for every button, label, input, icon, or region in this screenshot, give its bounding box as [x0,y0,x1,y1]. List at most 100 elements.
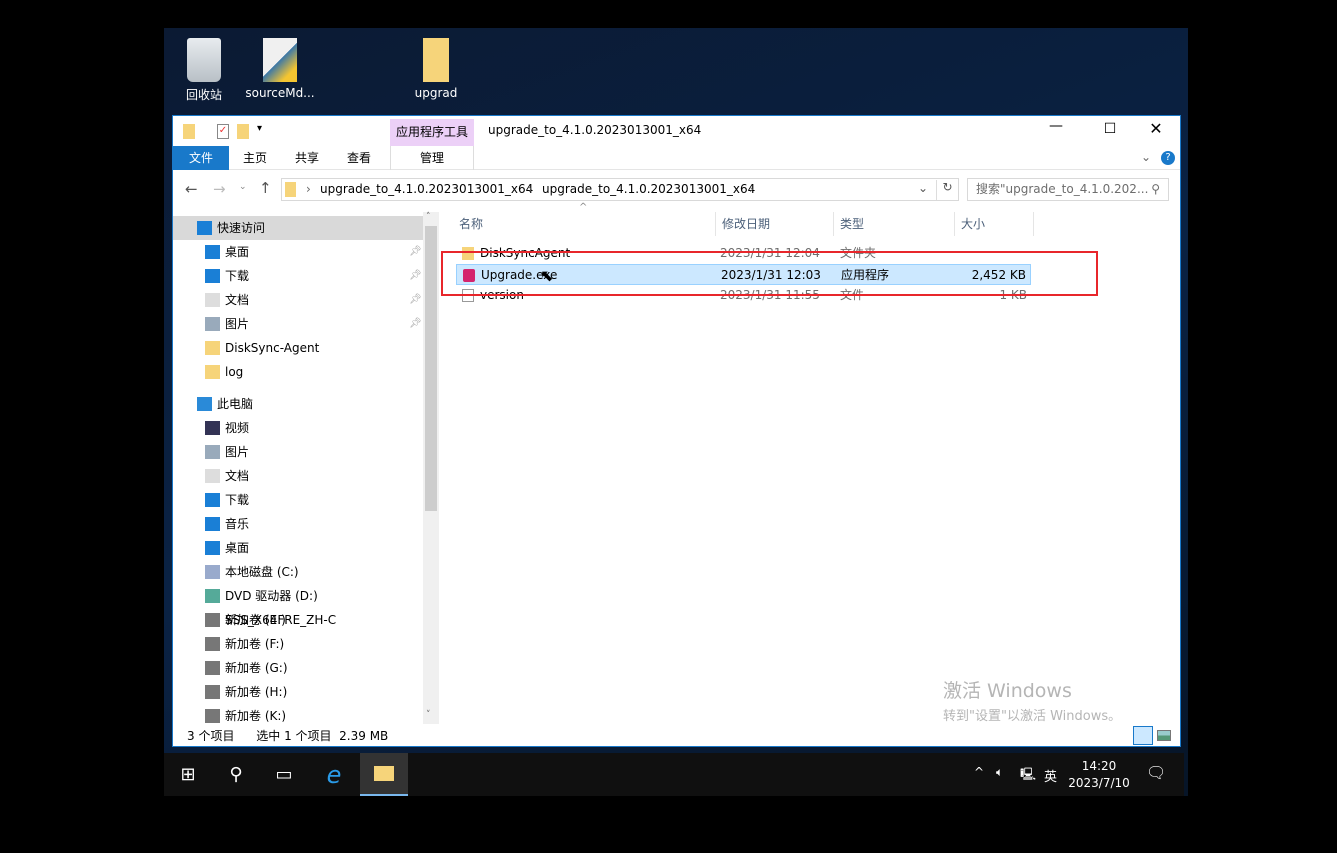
nav-scrollbar[interactable]: ˄ ˅ [423,212,439,724]
scrollbar-thumb[interactable] [425,226,437,511]
network-icon[interactable]: 🖳︎ [1020,765,1036,786]
start-button[interactable]: ⊞ [164,753,212,796]
tab-share[interactable]: 共享 [281,146,333,170]
customize-toolbar-icon[interactable]: ▾ [257,123,262,134]
nav-item[interactable]: 下载 [173,488,423,512]
desktop-icon-python-file[interactable]: sourceMd... [242,28,318,100]
nav-item[interactable]: 文档 [173,464,423,488]
breadcrumb-separator: › [528,182,533,196]
tab-home[interactable]: 主页 [229,146,281,170]
close-button[interactable]: ✕ [1133,119,1179,138]
ribbon-tabs: 文件 主页 共享 查看 管理 ⌄ ? [173,146,1180,170]
nav-item-label: 文档 [225,293,250,307]
nav-item[interactable]: 桌面 [173,536,423,560]
search-icon: ⚲ [1151,182,1160,196]
column-header-date[interactable]: 修改日期 [716,212,834,236]
activation-watermark: 激活 Windows 转到"设置"以激活 Windows。 [943,680,1122,724]
tab-manage[interactable]: 管理 [390,146,474,170]
minimize-button[interactable]: — [1033,118,1079,134]
nav-item-label: 新加卷 (E:) [225,613,286,627]
star-icon [197,221,212,235]
nav-item[interactable]: 新加卷 (H:) [173,680,423,704]
drive-icon [205,661,220,675]
recent-locations-button[interactable]: ⌄ [239,182,247,192]
nav-item[interactable]: 下载 📌︎ [173,264,423,288]
column-header-size[interactable]: 大小 [955,212,1034,236]
nav-item-label: 视频 [225,421,250,435]
desktop-icon-recycle-bin[interactable]: 回收站 [166,28,242,103]
nav-item[interactable]: 新加卷 (K:) [173,704,423,724]
nav-item-label: 快速访问 [217,221,266,235]
nav-item-label: log [225,365,244,379]
new-folder-icon[interactable] [237,124,249,139]
nav-item[interactable]: 此电脑 [173,392,423,416]
folder-icon [205,517,220,531]
help-icon[interactable]: ? [1161,151,1175,165]
nav-item-label: 新加卷 (K:) [225,709,287,723]
pin-icon[interactable]: 📌︎ [409,240,422,264]
nav-item[interactable]: 桌面 📌︎ [173,240,423,264]
back-button[interactable]: ← [185,180,198,198]
up-button[interactable]: ↑ [259,179,272,197]
action-center-icon[interactable]: 🗨︎ [1146,763,1166,782]
nav-item[interactable]: log [173,360,423,384]
large-icons-view-button[interactable] [1157,730,1171,741]
nav-item-label: 文档 [225,469,250,483]
nav-item[interactable]: 音乐 [173,512,423,536]
ime-indicator[interactable]: 英 [1044,766,1057,785]
nav-item[interactable]: 新加卷 (F:) [173,632,423,656]
nav-item[interactable]: 新加卷 (E:) [173,608,423,632]
desktop-icon-upgrad[interactable]: upgrad [398,28,474,100]
nav-item[interactable]: 本地磁盘 (C:) [173,560,423,584]
navigation-pane: 快速访问 桌面 📌︎ 下载 📌︎ 文档 📌︎ 图片 📌︎ DiskSync-Agent log 此电脑… [173,212,439,724]
file-explorer-taskbar-icon[interactable] [360,753,408,796]
breadcrumb-separator: › [306,182,311,196]
search-input[interactable]: 搜索"upgrade_to_4.1.0.202... ⚲ [967,178,1169,201]
nav-item-label: 新加卷 (H:) [225,685,288,699]
details-view-button[interactable] [1133,726,1153,745]
internet-explorer-icon[interactable]: e [310,753,358,796]
pin-icon[interactable]: 📌︎ [409,288,422,312]
refresh-button[interactable]: ↻ [936,180,958,200]
pin-icon[interactable]: 📌︎ [409,312,422,336]
task-view-button[interactable]: ▭ [260,753,308,796]
forward-button[interactable]: → [213,180,226,198]
drive-icon [205,565,220,579]
breadcrumb-item[interactable]: upgrade_to_4.1.0.2023013001_x64 [542,182,755,196]
address-bar[interactable]: › upgrade_to_4.1.0.2023013001_x64 › upgr… [281,178,959,201]
nav-item[interactable]: 快速访问 [173,216,423,240]
pin-icon[interactable]: 📌︎ [409,264,422,288]
folder-icon [205,365,220,379]
tab-view[interactable]: 查看 [333,146,385,170]
column-header-type[interactable]: 类型 [834,212,955,236]
clock[interactable]: 14:20 2023/7/10 [1062,758,1136,792]
tab-file[interactable]: 文件 [173,146,229,170]
nav-item[interactable]: 视频 [173,416,423,440]
properties-icon[interactable]: ✓ [217,124,229,139]
expand-ribbon-icon[interactable]: ⌄ [1141,150,1151,164]
address-dropdown-icon[interactable]: ⌄ [918,181,928,195]
selection-info: 选中 1 个项目 2.39 MB [256,729,389,743]
library-folder-icon [205,293,220,307]
nav-item[interactable]: 新加卷 (G:) [173,656,423,680]
computer-icon [197,397,212,411]
library-folder-icon [205,269,220,283]
maximize-button[interactable]: ☐ [1087,121,1133,137]
breadcrumb-item[interactable]: upgrade_to_4.1.0.2023013001_x64 [320,182,533,196]
nav-item[interactable]: DVD 驱动器 (D:) SSS_X64FRE_ZH-C [173,584,423,627]
nav-item-label: 新加卷 (G:) [225,661,288,675]
nav-item[interactable]: 文档 📌︎ [173,288,423,312]
folder-icon [205,341,220,355]
search-button[interactable]: ⚲ [212,753,260,796]
show-hidden-icons-button[interactable]: ^ [974,765,984,779]
nav-item[interactable]: 图片 [173,440,423,464]
nav-item[interactable]: DiskSync-Agent [173,336,423,360]
column-header-name[interactable]: 名称 [453,212,716,236]
volume-muted-icon[interactable]: 🔈︎ [996,765,1003,780]
drive-icon [205,685,220,699]
nav-item[interactable]: 图片 📌︎ [173,312,423,336]
nav-item-label: 此电脑 [217,397,254,411]
nav-item-label: 下载 [225,493,250,507]
folder-icon [205,445,220,459]
mouse-cursor-icon: ⬉ [540,266,554,285]
